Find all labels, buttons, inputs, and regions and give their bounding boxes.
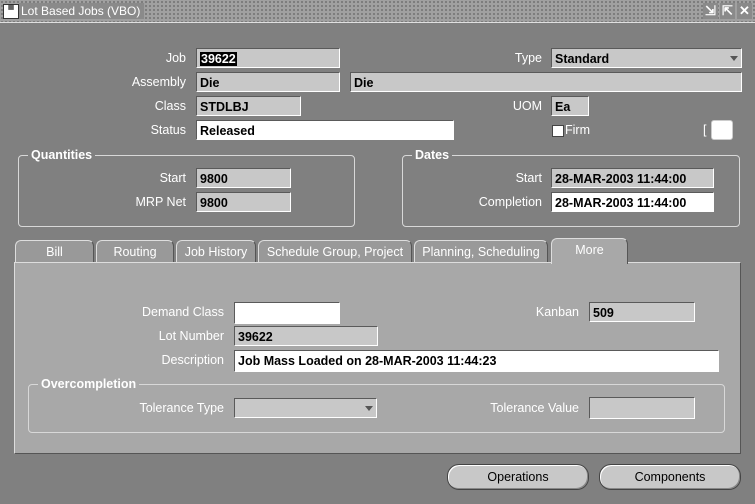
description-field[interactable]: Job Mass Loaded on 28-MAR-2003 11:44:23 xyxy=(234,350,719,372)
mrp-net-label: MRP Net xyxy=(135,195,186,209)
tolerance-type-select[interactable] xyxy=(234,398,377,418)
dates-group xyxy=(402,155,740,227)
status-label: Status xyxy=(150,123,186,137)
components-button[interactable]: Components xyxy=(599,464,741,490)
class-label: Class xyxy=(154,99,186,113)
type-value: Standard xyxy=(555,52,610,66)
type-select[interactable]: Standard xyxy=(551,48,742,68)
start-date-field[interactable]: 28-MAR-2003 11:44:00 xyxy=(551,168,714,188)
overcompletion-title: Overcompletion xyxy=(38,376,140,392)
job-field[interactable]: 39622 xyxy=(196,48,340,68)
type-label: Type xyxy=(514,51,542,65)
maximize-icon[interactable]: ⇱ xyxy=(720,3,735,19)
completion-date-field[interactable]: 28-MAR-2003 11:44:00 xyxy=(551,192,714,212)
kanban-label: Kanban xyxy=(535,305,579,319)
tab-planning-scheduling[interactable]: Planning, Scheduling xyxy=(414,240,548,263)
firm-checkbox[interactable] xyxy=(552,125,564,137)
lot-number-label: Lot Number xyxy=(158,329,224,343)
tolerance-type-label: Tolerance Type xyxy=(139,401,224,415)
completion-date-label: Completion xyxy=(478,195,542,209)
tab-job-history[interactable]: Job History xyxy=(176,240,256,263)
job-value: 39622 xyxy=(200,52,237,66)
assembly-field[interactable]: Die xyxy=(196,72,340,92)
app-icon: ▦ xyxy=(3,4,19,19)
uom-field[interactable]: Ea xyxy=(551,96,589,116)
flex-field-button[interactable] xyxy=(711,120,733,140)
quantities-title: Quantities xyxy=(28,147,96,163)
bracket-text: [ xyxy=(703,123,707,137)
tab-schedule-group-project[interactable]: Schedule Group, Project xyxy=(258,240,412,263)
window-title: Lot Based Jobs (VBO) xyxy=(19,3,145,19)
tolerance-type-dropdown-icon[interactable] xyxy=(365,406,373,411)
minimize-icon[interactable]: ⇲ xyxy=(703,3,718,19)
start-quantity-field[interactable]: 9800 xyxy=(196,168,291,188)
lot-number-field[interactable]: 39622 xyxy=(234,326,378,346)
operations-button[interactable]: Operations xyxy=(447,464,589,490)
status-field[interactable]: Released xyxy=(196,120,454,140)
quantities-group xyxy=(18,155,355,227)
job-label: Job xyxy=(165,51,186,65)
tolerance-value-label: Tolerance Value xyxy=(490,401,579,415)
tab-bill[interactable]: Bill xyxy=(15,240,94,263)
uom-label: UOM xyxy=(512,99,542,113)
class-field[interactable]: STDLBJ xyxy=(196,96,301,116)
demand-class-label: Demand Class xyxy=(142,305,224,319)
tab-routing[interactable]: Routing xyxy=(96,240,174,263)
type-dropdown-icon[interactable] xyxy=(730,56,738,61)
assembly-label: Assembly xyxy=(131,75,186,89)
tab-more[interactable]: More xyxy=(551,238,628,264)
start-quantity-label: Start xyxy=(159,171,186,185)
start-date-label: Start xyxy=(515,171,542,185)
mrp-net-field[interactable]: 9800 xyxy=(196,192,291,212)
dates-title: Dates xyxy=(412,147,453,163)
tolerance-value-field[interactable] xyxy=(589,397,695,419)
assembly-description-field[interactable]: Die xyxy=(350,72,742,92)
kanban-field[interactable]: 509 xyxy=(589,302,695,322)
description-label: Description xyxy=(161,353,224,367)
demand-class-field[interactable] xyxy=(234,302,340,324)
firm-label: Firm xyxy=(565,123,590,137)
close-icon[interactable]: ✕ xyxy=(737,3,752,19)
